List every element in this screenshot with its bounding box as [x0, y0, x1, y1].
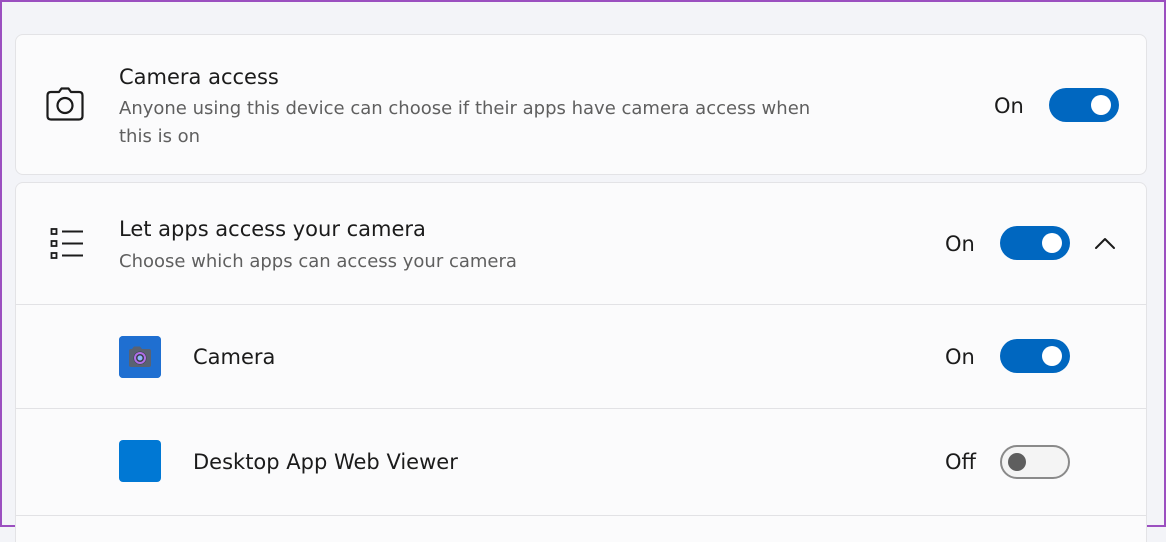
list-icon [50, 227, 84, 265]
camera-access-state: On [994, 94, 1024, 118]
camera-access-description: Anyone using this device can choose if t… [119, 98, 811, 147]
app-state-camera: On [945, 345, 975, 369]
chevron-up-icon[interactable] [1094, 235, 1116, 254]
app-toggle-camera[interactable] [1000, 339, 1070, 373]
camera-icon [46, 87, 84, 125]
let-apps-access-title: Let apps access your camera [119, 217, 426, 241]
let-apps-access-state: On [945, 232, 975, 256]
camera-access-card: Camera access Anyone using this device c… [15, 34, 1147, 175]
app-row-camera: Camera On [16, 305, 1146, 408]
desktop-app-web-viewer-icon [119, 440, 161, 482]
app-name-desktop-app-web-viewer: Desktop App Web Viewer [193, 450, 458, 474]
let-apps-access-card: Let apps access your camera Choose which… [15, 182, 1147, 542]
let-apps-access-row[interactable]: Let apps access your camera Choose which… [16, 183, 1146, 304]
divider [16, 515, 1146, 516]
toggle-knob [1091, 95, 1111, 115]
let-apps-access-toggle[interactable] [1000, 226, 1070, 260]
toggle-knob [1042, 346, 1062, 366]
camera-access-title: Camera access [119, 65, 279, 89]
app-row-desktop-app-web-viewer: Desktop App Web Viewer Off [16, 409, 1146, 515]
app-toggle-desktop-app-web-viewer[interactable] [1000, 445, 1070, 479]
app-name-camera: Camera [193, 345, 276, 369]
camera-access-toggle[interactable] [1049, 88, 1119, 122]
camera-app-icon [119, 336, 161, 378]
app-state-desktop-app-web-viewer: Off [945, 450, 976, 474]
toggle-knob [1008, 453, 1026, 471]
toggle-knob [1042, 233, 1062, 253]
let-apps-access-description: Choose which apps can access your camera [119, 251, 517, 272]
